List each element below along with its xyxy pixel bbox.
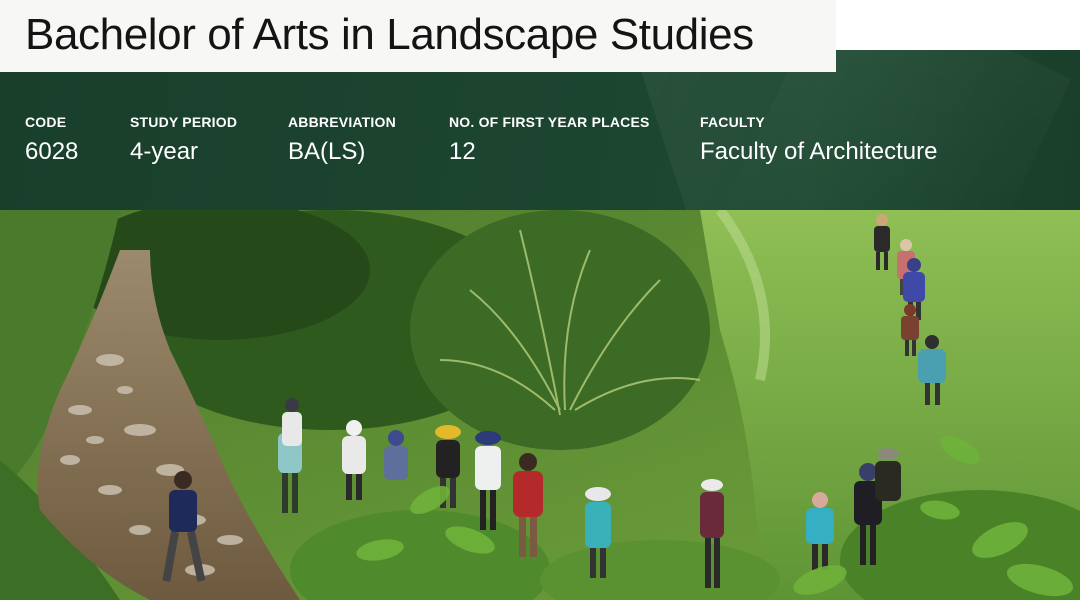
title-box: Bachelor of Arts in Landscape Studies bbox=[0, 0, 836, 72]
fact-first-year-places-value: 12 bbox=[449, 138, 476, 165]
fact-abbreviation-label: ABBREVIATION bbox=[288, 114, 396, 130]
hiking-group-illustration bbox=[0, 210, 1080, 600]
fact-abbreviation-value: BA(LS) bbox=[288, 138, 366, 165]
page-title: Bachelor of Arts in Landscape Studies bbox=[25, 10, 754, 59]
fact-abbreviation: ABBREVIATION BA(LS) bbox=[288, 114, 396, 166]
fact-first-year-places-label: NO. OF FIRST YEAR PLACES bbox=[449, 114, 650, 130]
fact-code-value: 6028 bbox=[25, 138, 79, 165]
fact-faculty: FACULTY Faculty of Architecture bbox=[700, 114, 937, 166]
fact-first-year-places: NO. OF FIRST YEAR PLACES 12 bbox=[449, 114, 650, 166]
programme-info-band: CODE 6028 STUDY PERIOD 4-year ABBREVIATI… bbox=[0, 50, 1080, 210]
fact-code-label: CODE bbox=[25, 114, 67, 130]
fact-study-period-label: STUDY PERIOD bbox=[130, 114, 238, 130]
fact-code: CODE 6028 bbox=[25, 114, 78, 166]
fact-faculty-label: FACULTY bbox=[700, 114, 765, 130]
fact-study-period: STUDY PERIOD 4-year bbox=[130, 114, 237, 166]
fact-study-period-value: 4-year bbox=[130, 138, 199, 165]
fact-faculty-value: Faculty of Architecture bbox=[700, 138, 938, 165]
hero-photo bbox=[0, 210, 1080, 600]
